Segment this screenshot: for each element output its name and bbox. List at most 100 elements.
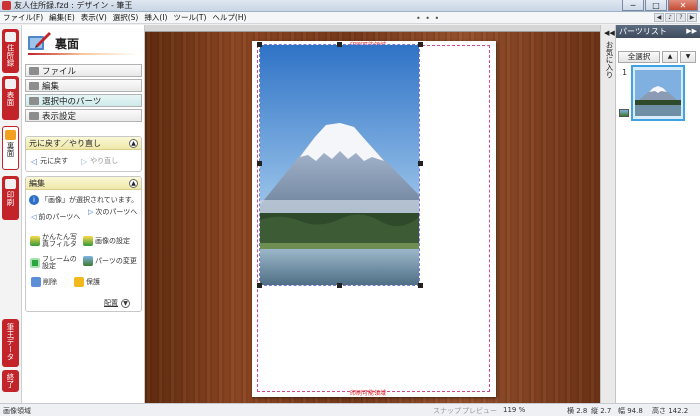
- next-part-button[interactable]: ▷ 次のパーツへ: [88, 208, 138, 216]
- lock-icon: [74, 277, 84, 287]
- redo-button[interactable]: ▷ やり直し: [81, 156, 118, 166]
- menu-bar: ファイル(F) 編集(E) 表示(V) 選択(S) 挿入(I) ツール(T) ヘ…: [0, 12, 700, 24]
- status-bar: 画像領域 スナップ プレビュー 119 % 横 2.8 縦 2.7 幅 94.8…: [0, 403, 700, 416]
- trash-icon: [31, 277, 41, 287]
- arrange-button[interactable]: 配置 ▼: [104, 298, 130, 308]
- minimize-button[interactable]: ─: [622, 0, 644, 11]
- parts-icon: [29, 96, 39, 105]
- play-right-icon[interactable]: ▶: [687, 13, 697, 22]
- selection-info: i 「画像」が選択されています。: [29, 195, 138, 205]
- left-panel: 裏面 ファイル 編集 選択中のパーツ 表示設定 元に戻す／やり直し ▲ ◁ 元に…: [22, 25, 145, 403]
- menu-insert[interactable]: 挿入(I): [144, 12, 167, 23]
- title-bar: 友人住所録.fzd : デザイン - 筆王 ─ □ ✕: [0, 0, 700, 12]
- part-number: 1: [622, 68, 628, 77]
- status-mode: 画像領域: [3, 407, 31, 415]
- resize-handle-bl[interactable]: [257, 283, 262, 288]
- tab-fudeo-data[interactable]: 筆王データ: [2, 319, 19, 367]
- prev-part-button[interactable]: ◁ 前のパーツへ: [31, 212, 80, 222]
- window-title: 友人住所録.fzd : デザイン - 筆王: [14, 1, 133, 10]
- frame-settings-button[interactable]: フレームの設定: [30, 256, 82, 270]
- resize-handle-b[interactable]: [337, 283, 342, 288]
- image-settings-button[interactable]: 画像の設定: [83, 236, 130, 246]
- mode-tabs: 住所録 表面 裏面 印刷 筆王データ 終了: [0, 25, 22, 403]
- collapse-right-icon[interactable]: ▶▶: [686, 27, 697, 35]
- undo-card: 元に戻す／やり直し ▲ ◁ 元に戻す ▷ やり直し: [25, 136, 142, 172]
- resize-handle-l[interactable]: [257, 161, 262, 166]
- collapse-up-icon[interactable]: ▲: [129, 139, 138, 148]
- menu-tools[interactable]: ツール(T): [173, 12, 206, 23]
- size-width: 幅 94.8: [618, 407, 643, 415]
- zoom-level[interactable]: 119 %: [503, 406, 525, 414]
- display-icon: [29, 111, 39, 120]
- delete-button[interactable]: 削除: [31, 277, 57, 287]
- edit-card-header: 編集 ▲: [26, 177, 141, 190]
- header-underline: [28, 53, 138, 55]
- menu-select[interactable]: 選択(S): [113, 12, 139, 23]
- accordion-edit[interactable]: 編集: [25, 79, 142, 92]
- menu-view[interactable]: 表示(V): [81, 12, 107, 23]
- info-icon: i: [29, 195, 39, 205]
- canvas-workspace[interactable]: 印刷可能領域 印刷可能領域: [145, 25, 600, 403]
- change-part-icon: [83, 256, 93, 266]
- move-up-button[interactable]: ▲: [662, 51, 678, 63]
- window-controls: ─ □ ✕: [622, 0, 698, 11]
- select-all-button[interactable]: 全選択: [618, 51, 660, 63]
- sound-icon[interactable]: ♪: [665, 13, 675, 22]
- help-icon[interactable]: ?: [676, 13, 686, 22]
- accordion-selected-parts[interactable]: 選択中のパーツ: [25, 94, 142, 107]
- tab-front[interactable]: 表面: [2, 76, 19, 120]
- next-arrow-icon: ▷: [88, 208, 94, 216]
- tab-back[interactable]: 裏面: [2, 126, 19, 170]
- address-book-icon: [5, 32, 16, 42]
- parts-list-panel: パーツリスト ▶▶ 全選択 ▲ ▼ 1: [616, 25, 700, 403]
- resize-handle-br[interactable]: [418, 283, 423, 288]
- menu-file[interactable]: ファイル(F): [3, 12, 43, 23]
- undo-button[interactable]: ◁ 元に戻す: [31, 156, 68, 166]
- part-thumbnail[interactable]: [631, 65, 685, 121]
- position-x: 横 2.8: [567, 407, 588, 415]
- close-button[interactable]: ✕: [668, 0, 698, 11]
- grip-icon: • • •: [416, 14, 441, 23]
- menu-help[interactable]: ヘルプ(H): [212, 12, 246, 23]
- printable-area-label-bottom: 印刷可能領域: [350, 390, 387, 397]
- parts-list-header: パーツリスト ▶▶: [616, 25, 700, 38]
- expand-down-icon: ▼: [121, 298, 130, 308]
- resize-handle-r[interactable]: [418, 161, 423, 166]
- image-type-icon: [619, 109, 629, 117]
- postcard-page[interactable]: 印刷可能領域 印刷可能領域: [252, 41, 496, 397]
- image-selection-box: [259, 44, 420, 286]
- ruler-band: [145, 25, 600, 32]
- tab-print[interactable]: 印刷: [2, 176, 19, 220]
- frame-icon: [30, 258, 40, 268]
- resize-handle-tr[interactable]: [418, 42, 423, 47]
- resize-handle-tl[interactable]: [257, 42, 262, 47]
- accordion-display-settings[interactable]: 表示設定: [25, 109, 142, 122]
- maximize-button[interactable]: □: [645, 0, 667, 11]
- app-icon: [2, 1, 11, 10]
- preview-toggle[interactable]: プレビュー: [462, 406, 497, 416]
- resize-handle-t[interactable]: [337, 42, 342, 47]
- filter-icon: [30, 236, 40, 246]
- back-icon: [5, 130, 16, 140]
- tab-exit[interactable]: 終了: [2, 370, 19, 392]
- collapse-arrows-icon[interactable]: ◀◀: [604, 29, 615, 37]
- panel-header: 裏面: [22, 25, 144, 59]
- redo-arrow-icon: ▷: [81, 156, 88, 166]
- favorites-strip: ◀◀ お気に入り: [600, 25, 616, 403]
- mount-fuji-thumbnail: [635, 70, 681, 116]
- favorites-tab[interactable]: お気に入り: [604, 41, 615, 79]
- size-height: 高さ 142.2: [652, 407, 689, 415]
- quick-filter-button[interactable]: かんたん写真フィルタ: [30, 234, 82, 248]
- change-part-button[interactable]: パーツの変更: [83, 256, 139, 266]
- snap-toggle[interactable]: スナップ: [433, 406, 461, 416]
- menu-toolbar: ◀ ♪ ? ▶: [654, 13, 697, 22]
- accordion-file[interactable]: ファイル: [25, 64, 142, 77]
- play-left-icon[interactable]: ◀: [654, 13, 664, 22]
- file-icon: [29, 66, 39, 75]
- protect-button[interactable]: 保護: [74, 277, 100, 287]
- parts-list-toolbar: 全選択 ▲ ▼: [618, 51, 696, 63]
- menu-edit[interactable]: 編集(E): [49, 12, 75, 23]
- collapse-up-icon[interactable]: ▲: [129, 179, 138, 188]
- move-down-button[interactable]: ▼: [680, 51, 696, 63]
- tab-address-book[interactable]: 住所録: [2, 29, 19, 73]
